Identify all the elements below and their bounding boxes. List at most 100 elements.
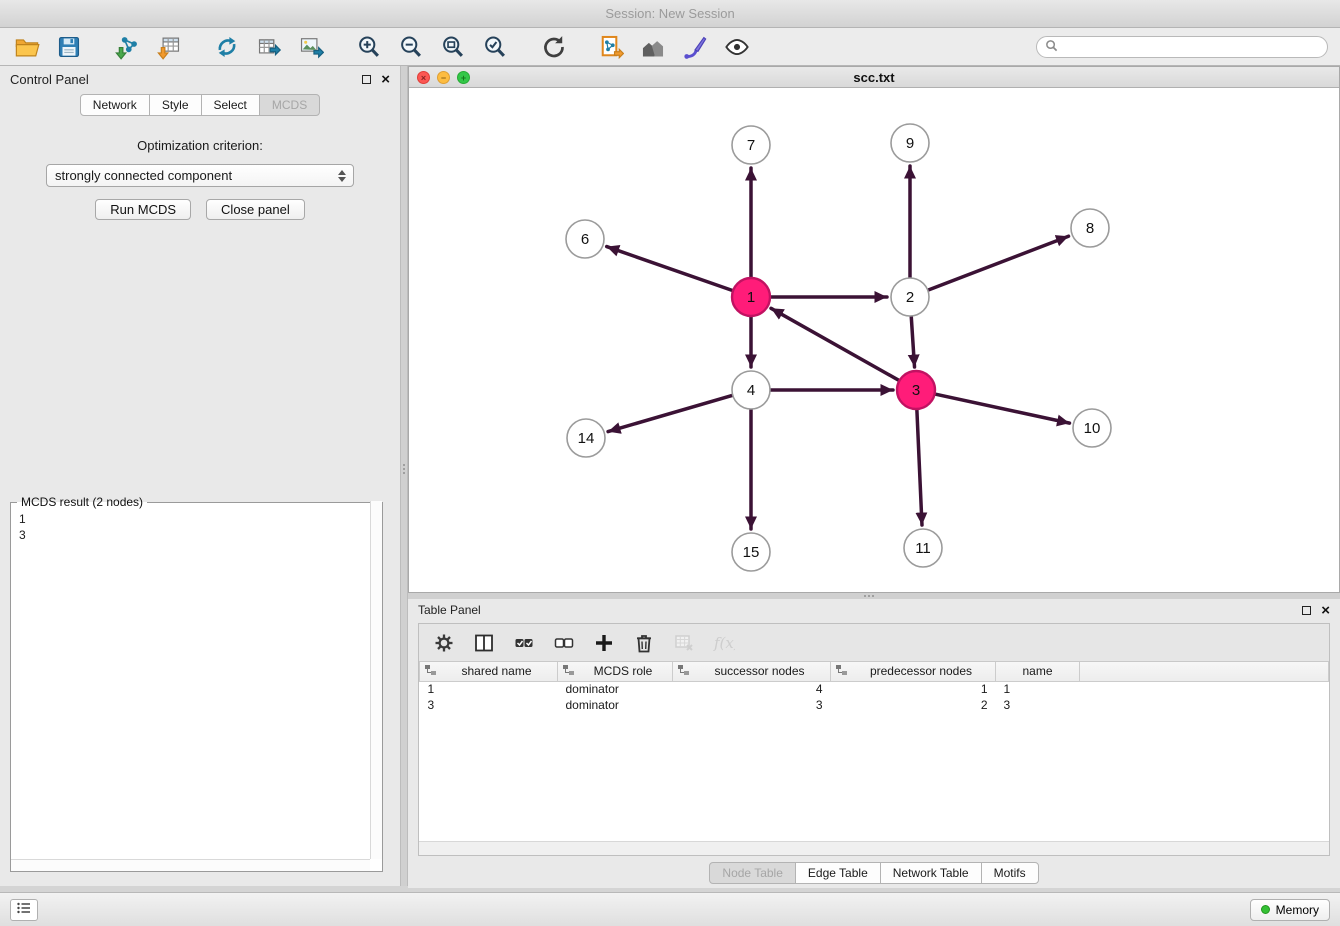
cell-predecessor-nodes[interactable]: 2 (831, 697, 996, 713)
home-icon (640, 34, 666, 60)
network-doc-button[interactable] (596, 32, 626, 62)
import-table-button[interactable] (154, 32, 184, 62)
open-session-button[interactable] (12, 32, 42, 62)
zoom-in-button[interactable] (354, 32, 384, 62)
column-header-predecessor-nodes[interactable]: predecessor nodes (831, 662, 996, 681)
graph-edge-4-14[interactable] (608, 396, 732, 432)
apply-layout-button[interactable] (538, 32, 568, 62)
save-session-button[interactable] (54, 32, 84, 62)
import-network-button[interactable] (112, 32, 142, 62)
svg-text:f(x): f(x) (713, 634, 735, 652)
column-header-shared-name[interactable]: shared name (420, 662, 558, 681)
zoom-fit-button[interactable] (438, 32, 468, 62)
float-panel-icon[interactable] (362, 75, 371, 84)
column-type-icon (835, 664, 847, 679)
cell-mcds-role[interactable]: dominator (558, 681, 673, 697)
tab-style[interactable]: Style (149, 94, 202, 116)
graph-edge-3-10[interactable] (936, 394, 1070, 423)
function-builder-icon: f(x) (713, 632, 735, 654)
tab-edge-table[interactable]: Edge Table (795, 862, 881, 884)
graph-node-8[interactable]: 8 (1071, 209, 1109, 247)
home-button[interactable] (638, 32, 668, 62)
export-network-button[interactable] (212, 32, 242, 62)
criterion-dropdown[interactable]: strongly connected component (46, 164, 354, 187)
cell-successor-nodes[interactable]: 3 (673, 697, 831, 713)
export-table-button[interactable] (254, 32, 284, 62)
tab-mcds[interactable]: MCDS (259, 94, 320, 116)
table-row[interactable]: 3 dominator 3 2 3 (420, 697, 1329, 713)
graph-node-7[interactable]: 7 (732, 126, 770, 164)
column-header-successor-nodes[interactable]: successor nodes (673, 662, 831, 681)
graph-node-6[interactable]: 6 (566, 220, 604, 258)
graph-node-1[interactable]: 1 (732, 278, 770, 316)
cell-name[interactable]: 3 (996, 697, 1080, 713)
deselect-all-button[interactable] (551, 630, 577, 656)
tab-network-table[interactable]: Network Table (880, 862, 982, 884)
graph-edge-3-11[interactable] (917, 410, 922, 525)
zoom-out-button[interactable] (396, 32, 426, 62)
vertical-splitter[interactable] (400, 66, 408, 886)
style-brush-button[interactable] (680, 32, 710, 62)
close-window-icon[interactable]: × (417, 71, 430, 84)
delete-column-button[interactable] (631, 630, 657, 656)
tab-network[interactable]: Network (80, 94, 150, 116)
toolbar-group (538, 32, 568, 62)
select-all-button[interactable] (511, 630, 537, 656)
graph-node-3[interactable]: 3 (897, 371, 935, 409)
network-window-title: scc.txt (853, 70, 894, 85)
main-toolbar (0, 28, 1340, 66)
eye-button[interactable] (722, 32, 752, 62)
graph-edge-2-3[interactable] (911, 317, 914, 367)
graph-node-10[interactable]: 10 (1073, 409, 1111, 447)
eye-icon (724, 34, 750, 60)
panel-menu-button[interactable] (10, 899, 38, 921)
close-panel-icon[interactable]: × (1321, 603, 1330, 618)
control-panel-header: Control Panel × (0, 66, 400, 92)
close-panel-icon[interactable]: × (381, 72, 390, 87)
result-vertical-scrollbar[interactable] (370, 501, 382, 859)
search-input[interactable] (1063, 40, 1319, 54)
result-horizontal-scrollbar[interactable] (11, 859, 370, 871)
network-canvas-svg[interactable]: 7 9 6 8 1 2 4 3 14 10 15 11 (409, 88, 1339, 592)
zoom-selected-button[interactable] (480, 32, 510, 62)
gear-button[interactable] (431, 630, 457, 656)
run-mcds-button[interactable]: Run MCDS (95, 199, 191, 220)
table-row[interactable]: 1 dominator 4 1 1 (420, 681, 1329, 697)
graph-node-11[interactable]: 11 (904, 529, 942, 567)
graph-node-15[interactable]: 15 (732, 533, 770, 571)
graph-node-label: 9 (906, 135, 914, 152)
graph-node-4[interactable]: 4 (732, 371, 770, 409)
graph-edge-3-1[interactable] (771, 308, 899, 380)
cell-mcds-role[interactable]: dominator (558, 697, 673, 713)
graph-node-14[interactable]: 14 (567, 419, 605, 457)
column-header-name[interactable]: name (996, 662, 1080, 681)
close-panel-button[interactable]: Close panel (206, 199, 305, 220)
graph-edge-1-6[interactable] (607, 247, 732, 291)
delete-rows-button (671, 630, 697, 656)
table-horizontal-scrollbar[interactable] (419, 841, 1329, 855)
graph-node-2[interactable]: 2 (891, 278, 929, 316)
cell-shared-name[interactable]: 3 (420, 697, 558, 713)
toolbar-search[interactable] (1036, 36, 1328, 58)
export-image-button[interactable] (296, 32, 326, 62)
columns-button[interactable] (471, 630, 497, 656)
export-network-icon (214, 34, 240, 60)
style-brush-icon (682, 34, 708, 60)
minimize-window-icon[interactable]: − (437, 71, 450, 84)
cell-name[interactable]: 1 (996, 681, 1080, 697)
cell-successor-nodes[interactable]: 4 (673, 681, 831, 697)
column-type-icon (562, 664, 574, 679)
memory-button[interactable]: Memory (1250, 899, 1330, 921)
cell-predecessor-nodes[interactable]: 1 (831, 681, 996, 697)
float-panel-icon[interactable] (1302, 606, 1311, 615)
cell-shared-name[interactable]: 1 (420, 681, 558, 697)
add-column-button[interactable] (591, 630, 617, 656)
graph-edge-2-8[interactable] (929, 236, 1069, 290)
graph-node-label: 10 (1084, 420, 1101, 437)
tab-select[interactable]: Select (201, 94, 260, 116)
tab-node-table[interactable]: Node Table (709, 862, 796, 884)
zoom-window-icon[interactable]: + (457, 71, 470, 84)
tab-motifs[interactable]: Motifs (981, 862, 1039, 884)
column-header-mcds-role[interactable]: MCDS role (558, 662, 673, 681)
graph-node-9[interactable]: 9 (891, 124, 929, 162)
